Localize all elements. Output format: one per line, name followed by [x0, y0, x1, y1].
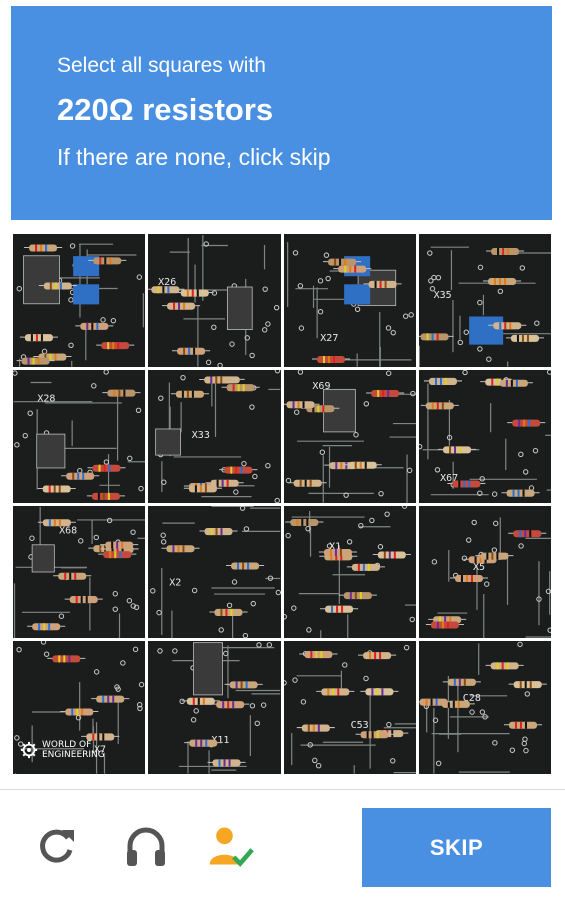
- grid-tile-r2-c1[interactable]: X28: [13, 369, 146, 503]
- grid-tile-r3-c4[interactable]: X5: [418, 505, 551, 639]
- instruction-line: Select all squares with: [57, 54, 266, 77]
- circuit-board-image: X11: [157, 642, 281, 774]
- image-grid: X32X26X27X35X28X33X69X67X68X2X1X5X7X11C5…: [13, 234, 551, 774]
- skip-hint: If there are none, click skip: [57, 144, 331, 170]
- circuit-board-image: X27: [286, 242, 414, 367]
- svg-text:X33: X33: [192, 430, 210, 441]
- svg-text:X35: X35: [433, 290, 451, 301]
- grid-tile-r4-c4[interactable]: C28: [418, 641, 551, 774]
- headphones-icon[interactable]: [122, 822, 170, 870]
- circuit-board-image: X33: [155, 369, 281, 503]
- svg-text:X5: X5: [473, 561, 485, 572]
- target-object-label: 220Ω resistors: [57, 92, 274, 127]
- svg-text:X2: X2: [169, 577, 181, 588]
- circuit-board-image: C28: [418, 641, 547, 774]
- circuit-board-image: X2: [150, 505, 281, 639]
- grid-tile-r4-c3[interactable]: C53: [283, 641, 416, 774]
- skip-button[interactable]: SKIP: [362, 808, 551, 887]
- grid-tile-r3-c1[interactable]: X68: [13, 505, 146, 639]
- svg-text:C53: C53: [350, 720, 368, 731]
- reload-icon[interactable]: [32, 822, 80, 870]
- circuit-board-image: X32: [16, 243, 144, 367]
- gear-logo-icon: [20, 741, 38, 759]
- grid-tile-r2-c4[interactable]: X67: [418, 369, 551, 503]
- user-check-icon[interactable]: [206, 822, 254, 870]
- grid-tile-r1-c2[interactable]: X26: [148, 234, 281, 367]
- circuit-board-image: X28: [13, 369, 146, 500]
- circuit-board-image: X68: [13, 506, 146, 639]
- grid-tile-r1-c4[interactable]: X35: [418, 234, 551, 367]
- grid-tile-r1-c3[interactable]: X27: [283, 234, 416, 367]
- circuit-board-image: X69: [283, 369, 416, 503]
- grid-tile-r3-c2[interactable]: X2: [148, 505, 281, 639]
- svg-text:X27: X27: [320, 333, 338, 344]
- grid-tile-r4-c2[interactable]: X11: [148, 641, 281, 774]
- circuit-board-image: C53: [283, 645, 416, 774]
- challenge-header: Select all squares with 220Ω resistors I…: [11, 6, 552, 220]
- svg-text:X68: X68: [59, 525, 77, 536]
- circuit-board-image: X5: [425, 516, 551, 639]
- watermark: WORLD OF ENGINEERING: [20, 740, 105, 760]
- circuit-board-image: X26: [148, 235, 280, 367]
- watermark-line1: WORLD OF: [42, 740, 92, 750]
- watermark-line2: ENGINEERING: [42, 750, 105, 760]
- grid-tile-r2-c3[interactable]: X69: [283, 369, 416, 503]
- circuit-board-image: X1: [283, 505, 416, 639]
- svg-text:X28: X28: [37, 393, 55, 404]
- circuit-board-image: X67: [418, 369, 551, 497]
- footer-divider: [0, 789, 565, 790]
- grid-tile-r2-c2[interactable]: X33: [148, 369, 281, 503]
- grid-tile-r3-c3[interactable]: X1: [283, 505, 416, 639]
- grid-tile-r1-c1[interactable]: X32: [13, 234, 146, 367]
- circuit-board-image: X35: [418, 246, 551, 367]
